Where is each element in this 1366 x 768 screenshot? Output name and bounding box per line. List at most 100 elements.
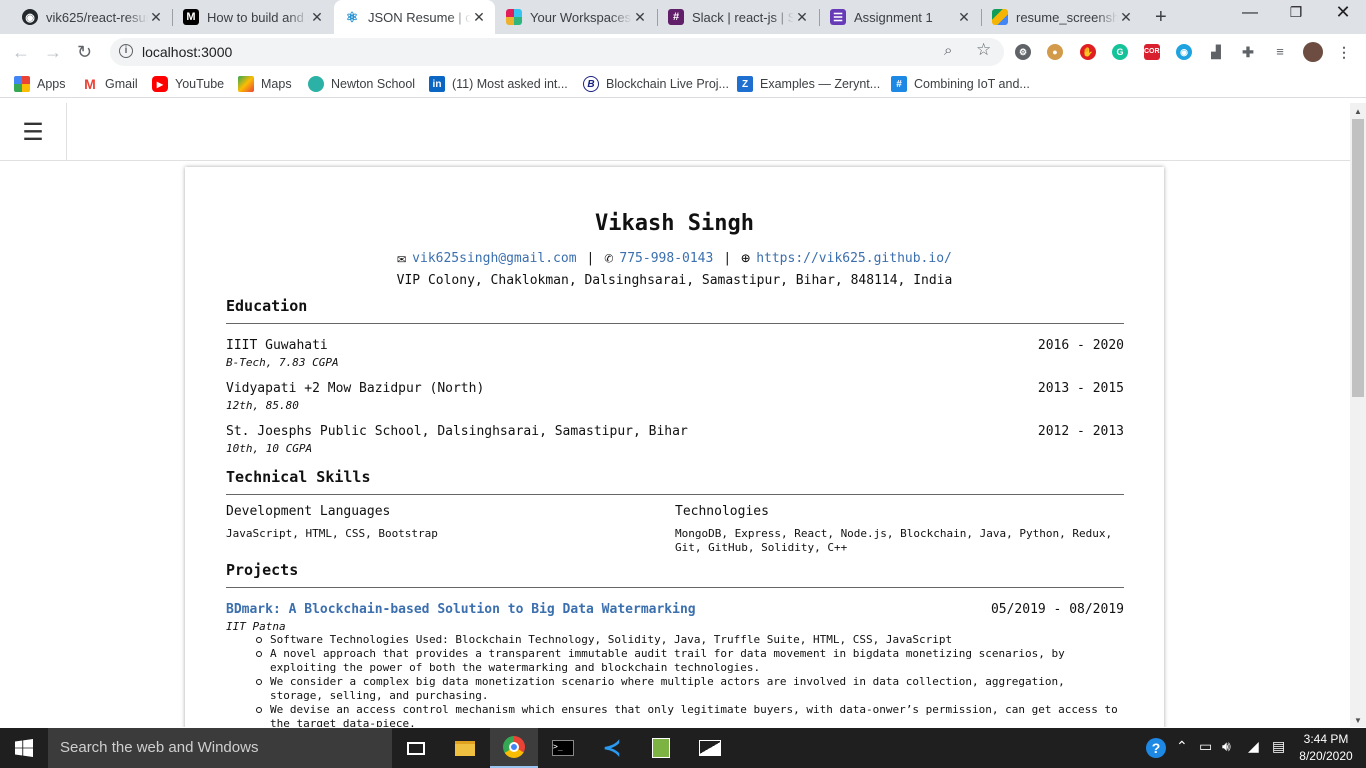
file-explorer-icon[interactable] bbox=[441, 728, 489, 768]
education-detail: 10th, 10 CGPA bbox=[226, 442, 313, 455]
education-dates: 2012 - 2013 bbox=[1037, 424, 1124, 439]
bookmark-label: YouTube bbox=[175, 77, 225, 91]
wifi-icon[interactable]: ◢ bbox=[1248, 738, 1259, 755]
zoom-icon[interactable]: ⌕ bbox=[944, 42, 952, 59]
bookmark-blockchain[interactable]: B Blockchain Live Proj... bbox=[583, 76, 729, 92]
close-window-button[interactable]: ✕ bbox=[1320, 2, 1366, 23]
hamburger-menu-icon[interactable]: ☰ bbox=[0, 103, 67, 161]
chrome-taskbar-icon[interactable] bbox=[490, 728, 538, 768]
taskbar-clock[interactable]: 3:44 PM 8/20/2020 bbox=[1296, 731, 1356, 765]
globe-icon: ⊕ bbox=[741, 249, 751, 267]
project-title-link[interactable]: BDmark: A Blockchain-based Solution to B… bbox=[226, 602, 696, 617]
terminal-icon[interactable]: >_ bbox=[539, 728, 587, 768]
volume-icon[interactable]: 🔊︎ bbox=[1222, 738, 1231, 755]
restore-button[interactable]: ❐ bbox=[1273, 4, 1319, 21]
media-queue-icon[interactable]: ≡ bbox=[1272, 44, 1288, 60]
blockchain-icon: B bbox=[583, 76, 599, 92]
tab-title: How to build and deploy bbox=[207, 9, 309, 25]
bookmark-youtube[interactable]: ▶ YouTube bbox=[152, 76, 224, 92]
resume-card: Vikash Singh ✉ vik625singh@gmail.com | ✆… bbox=[185, 167, 1164, 727]
bookmark-linkedin[interactable]: in (11) Most asked int... bbox=[429, 76, 568, 92]
notifications-icon[interactable]: ▤ bbox=[1272, 738, 1285, 755]
battery-icon[interactable]: ▭ bbox=[1199, 738, 1212, 755]
extensions-puzzle-icon[interactable]: ✚ bbox=[1240, 44, 1256, 60]
iot-icon: # bbox=[891, 76, 907, 92]
scroll-down-icon[interactable]: ▼ bbox=[1354, 716, 1362, 725]
website-link[interactable]: https://vik625.github.io/ bbox=[756, 251, 952, 266]
grammarly-extension-icon[interactable]: G bbox=[1112, 44, 1128, 60]
bookmark-label: Blockchain Live Proj... bbox=[606, 77, 729, 91]
tab-drive[interactable]: resume_screenshot ✕ bbox=[982, 0, 1142, 34]
back-button[interactable]: ← bbox=[12, 42, 30, 63]
bookmark-zerynth[interactable]: Z Examples — Zerynt... bbox=[737, 76, 880, 92]
list-item: We consider a complex big data monetizat… bbox=[226, 675, 1124, 703]
gmail-icon: M bbox=[82, 76, 98, 92]
tab-json-resume[interactable]: ⚛ JSON Resume | code ✕ bbox=[334, 0, 495, 34]
close-icon[interactable]: ✕ bbox=[956, 9, 972, 26]
tab-slack-workspaces[interactable]: Your Workspaces | Slack ✕ bbox=[496, 0, 656, 34]
separator: | bbox=[586, 250, 595, 266]
new-tab-button[interactable]: + bbox=[1155, 6, 1167, 29]
close-icon[interactable]: ✕ bbox=[471, 9, 487, 26]
help-icon[interactable]: ? bbox=[1146, 738, 1166, 758]
app-header: ☰ bbox=[0, 103, 1350, 161]
bookmark-star-icon[interactable]: ☆ bbox=[976, 40, 991, 60]
minimize-button[interactable]: — bbox=[1227, 4, 1273, 22]
close-icon[interactable]: ✕ bbox=[148, 9, 164, 26]
start-button[interactable] bbox=[0, 728, 48, 768]
profile-avatar[interactable] bbox=[1303, 42, 1323, 62]
adblock-extension-icon[interactable]: ✋ bbox=[1080, 44, 1096, 60]
page-viewport: ☰ Vikash Singh ✉ vik625singh@gmail.com |… bbox=[0, 103, 1350, 727]
project-entry: BDmark: A Blockchain-based Solution to B… bbox=[226, 602, 1124, 633]
clock-date: 8/20/2020 bbox=[1299, 749, 1353, 763]
scrollbar-thumb[interactable] bbox=[1352, 119, 1364, 397]
close-icon[interactable]: ✕ bbox=[794, 9, 810, 26]
education-detail: B-Tech, 7.83 CGPA bbox=[226, 356, 339, 369]
cors-extension-icon[interactable]: CORS bbox=[1144, 44, 1164, 60]
bookmark-gmail[interactable]: M Gmail bbox=[82, 76, 138, 92]
skill-group: Technologies MongoDB, Express, React, No… bbox=[675, 504, 1124, 555]
close-icon[interactable]: ✕ bbox=[309, 9, 325, 26]
scroll-up-icon[interactable]: ▲ bbox=[1354, 107, 1362, 116]
tab-slack-react[interactable]: # Slack | react-js | Slack ✕ bbox=[658, 0, 818, 34]
cookie-extension-icon[interactable]: ● bbox=[1047, 44, 1063, 60]
reload-button[interactable]: ↻ bbox=[77, 42, 92, 63]
settings-extension-icon[interactable]: ⚙ bbox=[1015, 44, 1031, 60]
phone-icon: ✆ bbox=[604, 249, 614, 267]
bookmark-iot[interactable]: # Combining IoT and... bbox=[891, 76, 1030, 92]
page-scrollbar[interactable]: ▲ ▼ bbox=[1350, 103, 1366, 727]
tab-title: Slack | react-js | Slack bbox=[692, 9, 794, 25]
tab-medium[interactable]: M How to build and deploy ✕ bbox=[173, 0, 333, 34]
tab-title: resume_screenshot bbox=[1016, 9, 1118, 25]
shield-extension-icon[interactable]: ◉ bbox=[1176, 44, 1192, 60]
bookmark-apps[interactable]: Apps bbox=[14, 76, 66, 92]
forward-button[interactable]: → bbox=[44, 42, 62, 63]
tray-chevron-icon[interactable]: ⌃ bbox=[1176, 738, 1188, 755]
bookmark-newton[interactable]: Newton School bbox=[308, 76, 415, 92]
bookmark-label: Gmail bbox=[105, 77, 138, 91]
close-icon[interactable]: ✕ bbox=[632, 9, 648, 26]
close-icon[interactable]: ✕ bbox=[1118, 9, 1134, 26]
bookmark-maps[interactable]: Maps bbox=[238, 76, 292, 92]
photos-app-icon[interactable] bbox=[686, 728, 734, 768]
analytics-extension-icon[interactable]: ▟ bbox=[1208, 44, 1224, 60]
bookmark-label: Examples — Zerynt... bbox=[760, 77, 881, 91]
tab-github[interactable]: ◉ vik625/react-resume ✕ bbox=[12, 0, 172, 34]
tab-assignment[interactable]: ☰ Assignment 1 ✕ bbox=[820, 0, 980, 34]
menu-kebab-icon[interactable]: ⋮ bbox=[1336, 44, 1352, 60]
vscode-icon[interactable]: ≺ bbox=[588, 728, 636, 768]
taskbar-search-input[interactable]: Search the web and Windows bbox=[48, 728, 392, 768]
phone-link[interactable]: 775-998-0143 bbox=[619, 251, 713, 266]
url-text[interactable]: localhost:3000 bbox=[142, 44, 232, 60]
tab-title: Assignment 1 bbox=[854, 9, 956, 25]
email-link[interactable]: vik625singh@gmail.com bbox=[412, 251, 576, 266]
address-bar[interactable]: i localhost:3000 ⌕ ☆ bbox=[110, 38, 1004, 66]
education-detail: 12th, 85.80 bbox=[226, 399, 299, 412]
bookmark-label: Apps bbox=[37, 77, 66, 91]
tab-title: JSON Resume | code bbox=[368, 9, 471, 25]
task-view-icon[interactable] bbox=[392, 728, 440, 768]
maps-icon bbox=[238, 76, 254, 92]
spreadsheet-app-icon[interactable] bbox=[637, 728, 685, 768]
info-icon[interactable]: i bbox=[119, 44, 133, 58]
skill-values: JavaScript, HTML, CSS, Bootstrap bbox=[226, 527, 438, 540]
